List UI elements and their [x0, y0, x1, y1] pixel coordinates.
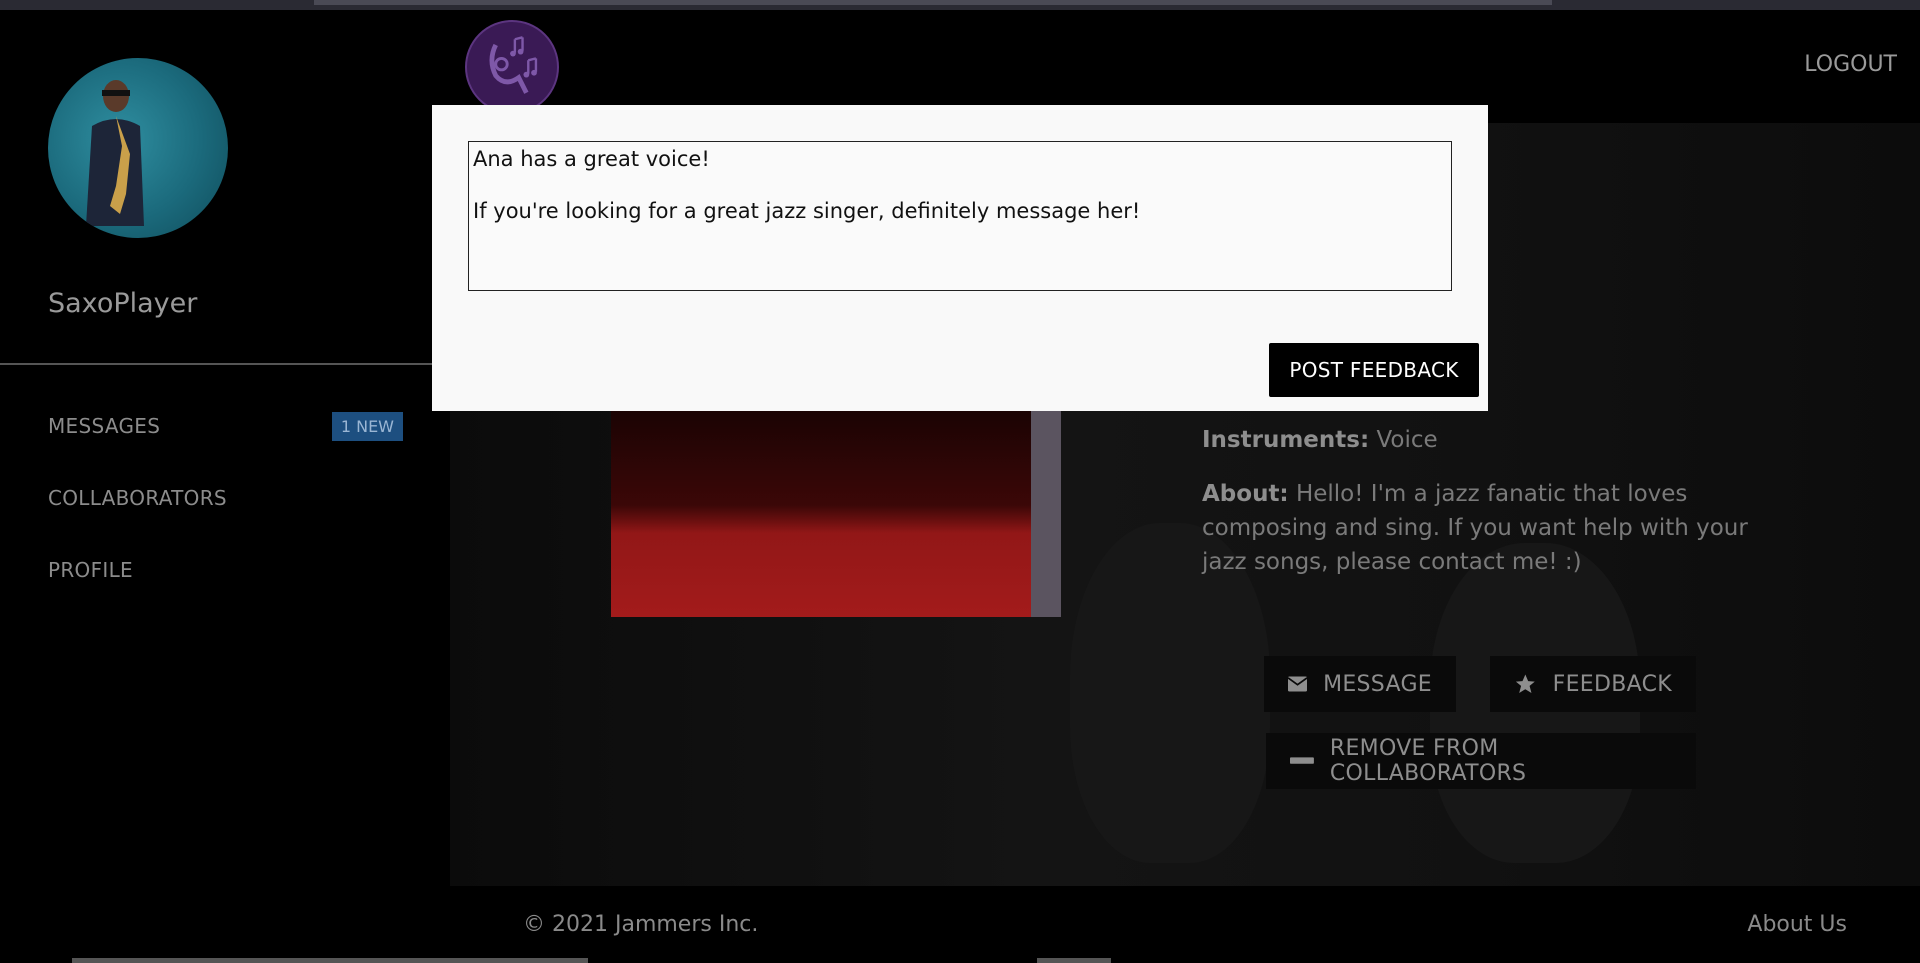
browser-top-strip [0, 0, 1920, 10]
instruments-row: Instruments: Voice [1202, 423, 1762, 457]
horizontal-scrollbar-thumb[interactable] [1037, 958, 1111, 963]
avatar[interactable] [48, 58, 228, 238]
sidebar-item-label: MESSAGES [48, 414, 161, 438]
sidebar-item-label: PROFILE [48, 558, 133, 582]
profile-photo [611, 393, 1061, 617]
new-messages-badge: 1 NEW [331, 411, 403, 441]
top-bar [314, 0, 1552, 5]
photo-hair [611, 393, 1061, 533]
instruments-label: Instruments: [1202, 427, 1370, 453]
star-icon [1515, 674, 1535, 693]
post-feedback-button[interactable]: POST FEEDBACK [1269, 343, 1479, 397]
sidebar-item-profile[interactable]: PROFILE [48, 534, 403, 606]
profile-info: Instruments: Voice About: Hello! I'm a j… [1202, 423, 1762, 599]
minus-icon [1290, 757, 1314, 764]
remove-button-label: REMOVE FROM COLLABORATORS [1329, 736, 1527, 786]
sidebar-item-messages[interactable]: MESSAGES 1 NEW [48, 390, 403, 462]
feedback-button-label: FEEDBACK [1552, 671, 1672, 697]
feedback-modal: Ana has a great voice! If you're looking… [432, 105, 1488, 411]
sidebar-divider [0, 363, 435, 365]
music-note-hand-icon [489, 36, 538, 94]
feedback-button[interactable]: FEEDBACK [1490, 656, 1696, 712]
sidebar-item-collaborators[interactable]: COLLABORATORS [48, 462, 403, 534]
remove-collaborator-button[interactable]: REMOVE FROM COLLABORATORS [1266, 733, 1696, 789]
envelope-icon [1288, 676, 1308, 692]
sidebar: SaxoPlayer MESSAGES 1 NEW COLLABORATORS … [0, 10, 435, 963]
sidebar-item-label: COLLABORATORS [48, 486, 227, 510]
feedback-line-2: If you're looking for a great jazz singe… [473, 199, 1141, 223]
footer: © 2021 Jammers Inc. About Us [450, 886, 1920, 963]
instruments-value: Voice [1376, 427, 1438, 453]
feedback-textarea[interactable]: Ana has a great voice! If you're looking… [468, 141, 1452, 291]
copyright-text: © 2021 Jammers Inc. [523, 912, 759, 937]
about-us-link[interactable]: About Us [1747, 912, 1847, 937]
logout-link[interactable]: LOGOUT [1804, 52, 1897, 77]
horizontal-scrollbar[interactable] [72, 958, 588, 963]
message-button[interactable]: MESSAGE [1264, 656, 1456, 712]
app-logo[interactable] [465, 20, 559, 114]
about-row: About: Hello! I'm a jazz fanatic that lo… [1202, 477, 1762, 579]
username: SaxoPlayer [48, 288, 198, 319]
message-button-label: MESSAGE [1323, 671, 1432, 697]
photo-edge [1031, 393, 1061, 617]
sidebar-nav: MESSAGES 1 NEW COLLABORATORS PROFILE [48, 390, 403, 606]
saxophone-player-figure [86, 80, 144, 226]
about-label: About: [1202, 481, 1289, 507]
feedback-line-1: Ana has a great voice! [473, 147, 710, 171]
